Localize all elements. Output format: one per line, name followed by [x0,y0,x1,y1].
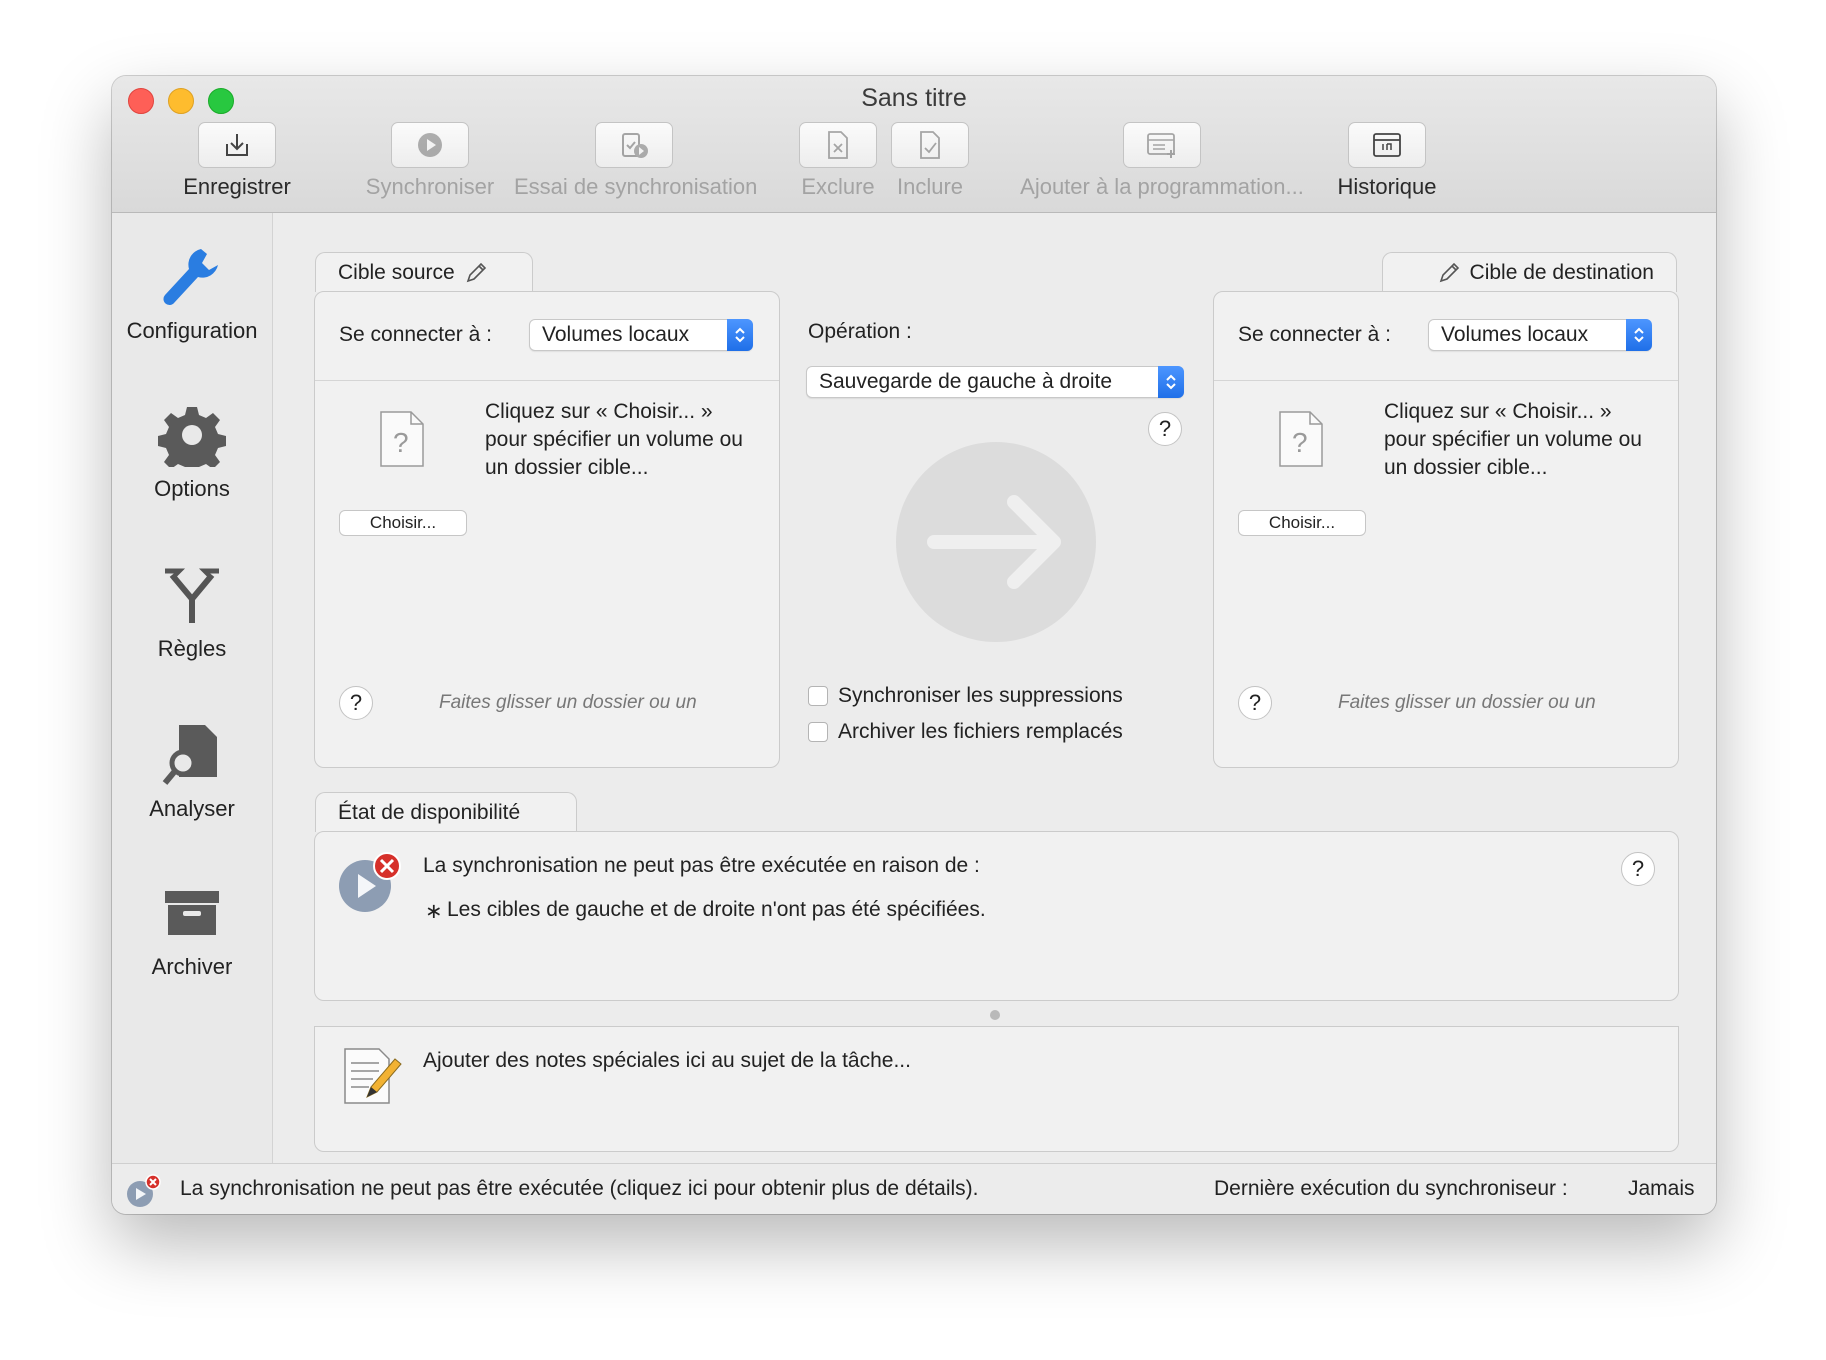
operation-value: Sauvegarde de gauche à droite [819,370,1113,393]
notepad-pencil-icon [344,1048,402,1104]
trial-sync-label: Essai de synchronisation [514,174,758,199]
destination-panel: Se connecter à : Volumes locaux ? Clique… [1213,291,1679,768]
wrench-icon [163,249,218,306]
notes-panel[interactable]: Ajouter des notes spéciales ici au sujet… [314,1026,1679,1152]
blocked-status-icon [127,1174,161,1207]
history-button[interactable]: Historique [1322,122,1452,200]
destination-divider [1214,380,1678,381]
status-message[interactable]: La synchronisation ne peut pas être exéc… [180,1177,978,1201]
pencil-icon [466,262,486,282]
last-run-label: Dernière exécution du synchroniseur : [1214,1177,1568,1200]
checkbox-box[interactable] [808,686,828,706]
unknown-file-icon: ? [380,411,424,467]
sidebar-item-analyze[interactable]: Analyser [112,721,272,822]
svg-text:?: ? [1292,427,1308,458]
source-connect-label: Se connecter à : [339,323,492,346]
destination-choose-button[interactable]: Choisir... [1238,510,1366,536]
tab-destination-target[interactable]: Cible de destination [1382,252,1677,292]
save-button[interactable]: Enregistrer [172,122,302,200]
sidebar-item-archive[interactable]: Archiver [112,883,272,980]
trial-sync-button[interactable]: Essai de synchronisation [514,122,758,200]
checkbox-box[interactable] [808,722,828,742]
chevron-updown-icon [727,319,753,351]
app-window: Sans titre Enregistrer Synchroniser Essa… [112,76,1716,1214]
source-description: Cliquez sur « Choisir... » pour spécifie… [485,400,743,479]
operation-select[interactable]: Sauvegarde de gauche à droite [806,366,1184,398]
source-drop-hint: Faites glisser un dossier ou un [439,692,697,713]
document-x-icon [828,131,848,159]
clipboard-play-icon [622,133,648,158]
tab-availability[interactable]: État de disponibilité [315,792,577,832]
availability-panel: La synchronisation ne peut pas être exéc… [314,831,1679,1001]
tab-source-target[interactable]: Cible source [315,252,533,292]
sidebar-label-configuration: Configuration [126,318,258,343]
window-title: Sans titre [861,84,967,112]
source-connect-value: Volumes locaux [542,323,690,346]
pencil-icon [1439,262,1459,282]
destination-help-button[interactable]: ? [1238,686,1272,720]
availability-tab-label: État de disponibilité [338,800,521,824]
source-choose-button[interactable]: Choisir... [339,510,467,536]
calendar-add-icon [1147,133,1175,158]
fork-icon [165,568,219,623]
sidebar-item-rules[interactable]: Règles [112,563,272,662]
exclude-label: Exclure [801,174,875,199]
sidebar-label-analyze: Analyser [149,796,235,821]
chevron-updown-icon [1158,366,1184,398]
availability-reason: Les cibles de gauche et de droite n'ont … [447,898,986,921]
exclude-button[interactable]: Exclure [792,122,884,200]
destination-tab-label: Cible de destination [1469,260,1654,284]
include-button[interactable]: Inclure [884,122,976,200]
operation-label: Opération : [808,320,912,343]
play-circle-icon [418,133,442,157]
include-label: Inclure [896,174,964,199]
availability-bullet: ∗ [425,900,443,923]
sidebar-label-options: Options [154,476,230,501]
split-handle[interactable] [990,1010,1000,1020]
destination-drop-hint: Faites glisser un dossier ou un [1338,692,1596,713]
destination-connect-value: Volumes locaux [1441,323,1589,346]
schedule-button[interactable]: Ajouter à la programmation... [1012,122,1312,200]
history-window-icon [1373,133,1401,157]
availability-message: La synchronisation ne peut pas être exéc… [423,854,980,877]
destination-connect-select[interactable]: Volumes locaux [1428,319,1652,351]
destination-connect-label: Se connecter à : [1238,323,1391,346]
direction-arrow-icon [896,442,1096,642]
schedule-label: Ajouter à la programmation... [1020,174,1304,199]
download-tray-icon [226,134,248,156]
archive-replaced-checkbox[interactable]: Archiver les fichiers remplacés [808,720,1123,744]
blocked-play-icon [339,852,401,912]
sync-deletions-label: Synchroniser les suppressions [838,684,1123,707]
sync-label: Synchroniser [365,174,495,199]
destination-description: Cliquez sur « Choisir... » pour spécifie… [1384,400,1642,479]
sync-deletions-checkbox[interactable]: Synchroniser les suppressions [808,684,1123,708]
archive-replaced-label: Archiver les fichiers remplacés [838,720,1123,743]
source-panel: Se connecter à : Volumes locaux ? Clique… [314,291,780,768]
analyze-icon [162,725,217,785]
sidebar-label-rules: Règles [157,636,227,661]
document-check-icon [920,131,940,159]
source-tab-label: Cible source [338,260,455,284]
svg-text:?: ? [393,427,409,458]
gear-icon [158,407,226,475]
sidebar: Configuration Options Règles Analyser Ar… [112,213,273,1163]
source-connect-select[interactable]: Volumes locaux [529,319,753,351]
chevron-updown-icon [1626,319,1652,351]
operation-help-button[interactable]: ? [1148,412,1182,446]
sidebar-item-options[interactable]: Options [112,403,272,502]
last-run-value: Jamais [1628,1177,1695,1200]
unknown-file-icon: ? [1279,411,1323,467]
status-bar: La synchronisation ne peut pas être exéc… [112,1163,1716,1214]
sidebar-item-configuration[interactable]: Configuration [112,243,272,344]
history-label: Historique [1337,174,1437,199]
toolbar: Sans titre Enregistrer Synchroniser Essa… [112,76,1716,213]
availability-help-button[interactable]: ? [1621,852,1655,886]
source-help-button[interactable]: ? [339,686,373,720]
notes-text[interactable]: Ajouter des notes spéciales ici au sujet… [423,1047,911,1075]
sync-button[interactable]: Synchroniser [360,122,500,200]
source-divider [315,380,779,381]
archive-box-icon [165,891,219,935]
sidebar-label-archive: Archiver [151,954,233,979]
save-label: Enregistrer [183,174,291,199]
